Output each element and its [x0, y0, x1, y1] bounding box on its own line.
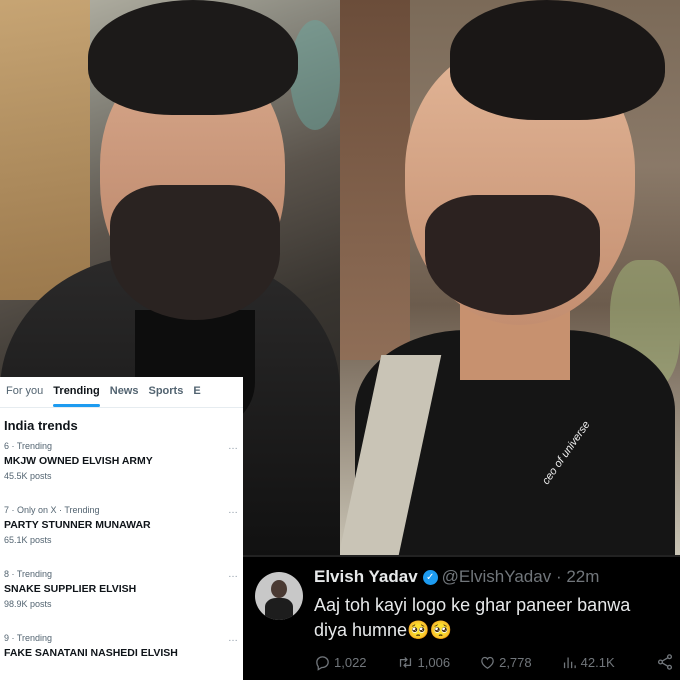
share-button[interactable] [656, 653, 674, 676]
heart-icon [481, 656, 494, 669]
view-count: 42.1K [580, 655, 615, 670]
like-button[interactable]: 2,778 [479, 654, 532, 671]
trend-post-count: 65.1K posts [4, 535, 52, 545]
trend-title: PARTY STUNNER MUNAWAR [4, 519, 151, 531]
trend-post-count: 45.5K posts [4, 471, 52, 481]
background-plant [290, 20, 340, 130]
background-wall [340, 0, 410, 360]
right-photo: ceo of universe [340, 0, 680, 555]
avatar[interactable] [255, 572, 303, 620]
more-options-icon[interactable]: … [228, 569, 238, 580]
trend-item[interactable]: 7 · Only on X · Trending PARTY STUNNER M… [0, 503, 243, 567]
like-count: 2,778 [499, 655, 532, 670]
reply-icon [316, 656, 329, 671]
repost-count: 1,006 [417, 655, 451, 670]
trend-meta: 6 · Trending [4, 441, 53, 451]
tweet-text: Aaj toh kayi logo ke ghar paneer banwa d… [314, 595, 631, 640]
trend-item[interactable]: 6 · Trending MKJW OWNED ELVISH ARMY 45.5… [0, 439, 243, 503]
trend-title: SNAKE SUPPLIER ELVISH [4, 583, 137, 595]
more-options-icon[interactable]: … [228, 441, 238, 452]
tab-sports[interactable]: Sports [144, 377, 189, 407]
tab-entertainment[interactable]: E [188, 377, 205, 407]
trend-meta: 7 · Only on X · Trending [4, 505, 100, 515]
trends-panel: For you Trending News Sports E India tre… [0, 377, 243, 680]
trend-meta: 9 · Trending [4, 633, 53, 643]
author-handle[interactable]: @ElvishYadav [442, 567, 552, 586]
verified-badge-icon: ✓ [422, 570, 438, 585]
trend-title: MKJW OWNED ELVISH ARMY [4, 455, 153, 467]
reply-button[interactable]: 1,022 [314, 654, 367, 671]
repost-icon [399, 657, 411, 668]
repost-button[interactable]: 1,006 [396, 654, 451, 671]
tweet-timestamp[interactable]: · 22m [556, 567, 599, 586]
hair [88, 0, 298, 115]
trend-meta: 8 · Trending [4, 569, 53, 579]
author-name[interactable]: Elvish Yadav [314, 567, 418, 586]
beard [110, 185, 280, 320]
explore-tabs: For you Trending News Sports E [0, 377, 243, 408]
hair [450, 0, 665, 120]
avatar-face [271, 580, 287, 598]
tweet-card[interactable]: Elvish Yadav ✓ @ElvishYadav · 22m Aaj toh … [243, 557, 680, 680]
views-button[interactable]: 42.1K [561, 654, 615, 671]
trend-item[interactable]: 8 · Trending SNAKE SUPPLIER ELVISH 98.9K… [0, 567, 243, 631]
section-title: India trends [4, 418, 78, 433]
views-icon [563, 657, 576, 669]
share-icon [657, 654, 673, 670]
tweet-header: Elvish Yadav ✓ @ElvishYadav · 22m [314, 567, 599, 587]
trend-post-count: 98.9K posts [4, 599, 52, 609]
tab-news[interactable]: News [105, 377, 144, 407]
background-wall [0, 0, 90, 300]
tab-trending[interactable]: Trending [48, 377, 104, 407]
beard [425, 195, 600, 315]
reply-count: 1,022 [334, 655, 367, 670]
trend-title: FAKE SANATANI NASHEDI ELVISH [4, 647, 178, 659]
more-options-icon[interactable]: … [228, 505, 238, 516]
tweet-actions: 1,022 1,006 2,778 42.1K [314, 654, 674, 671]
trend-item[interactable]: 9 · Trending FAKE SANATANI NASHEDI ELVIS… [0, 631, 243, 680]
more-options-icon[interactable]: … [228, 633, 238, 644]
tab-for-you[interactable]: For you [0, 377, 48, 407]
avatar-body [265, 598, 293, 620]
